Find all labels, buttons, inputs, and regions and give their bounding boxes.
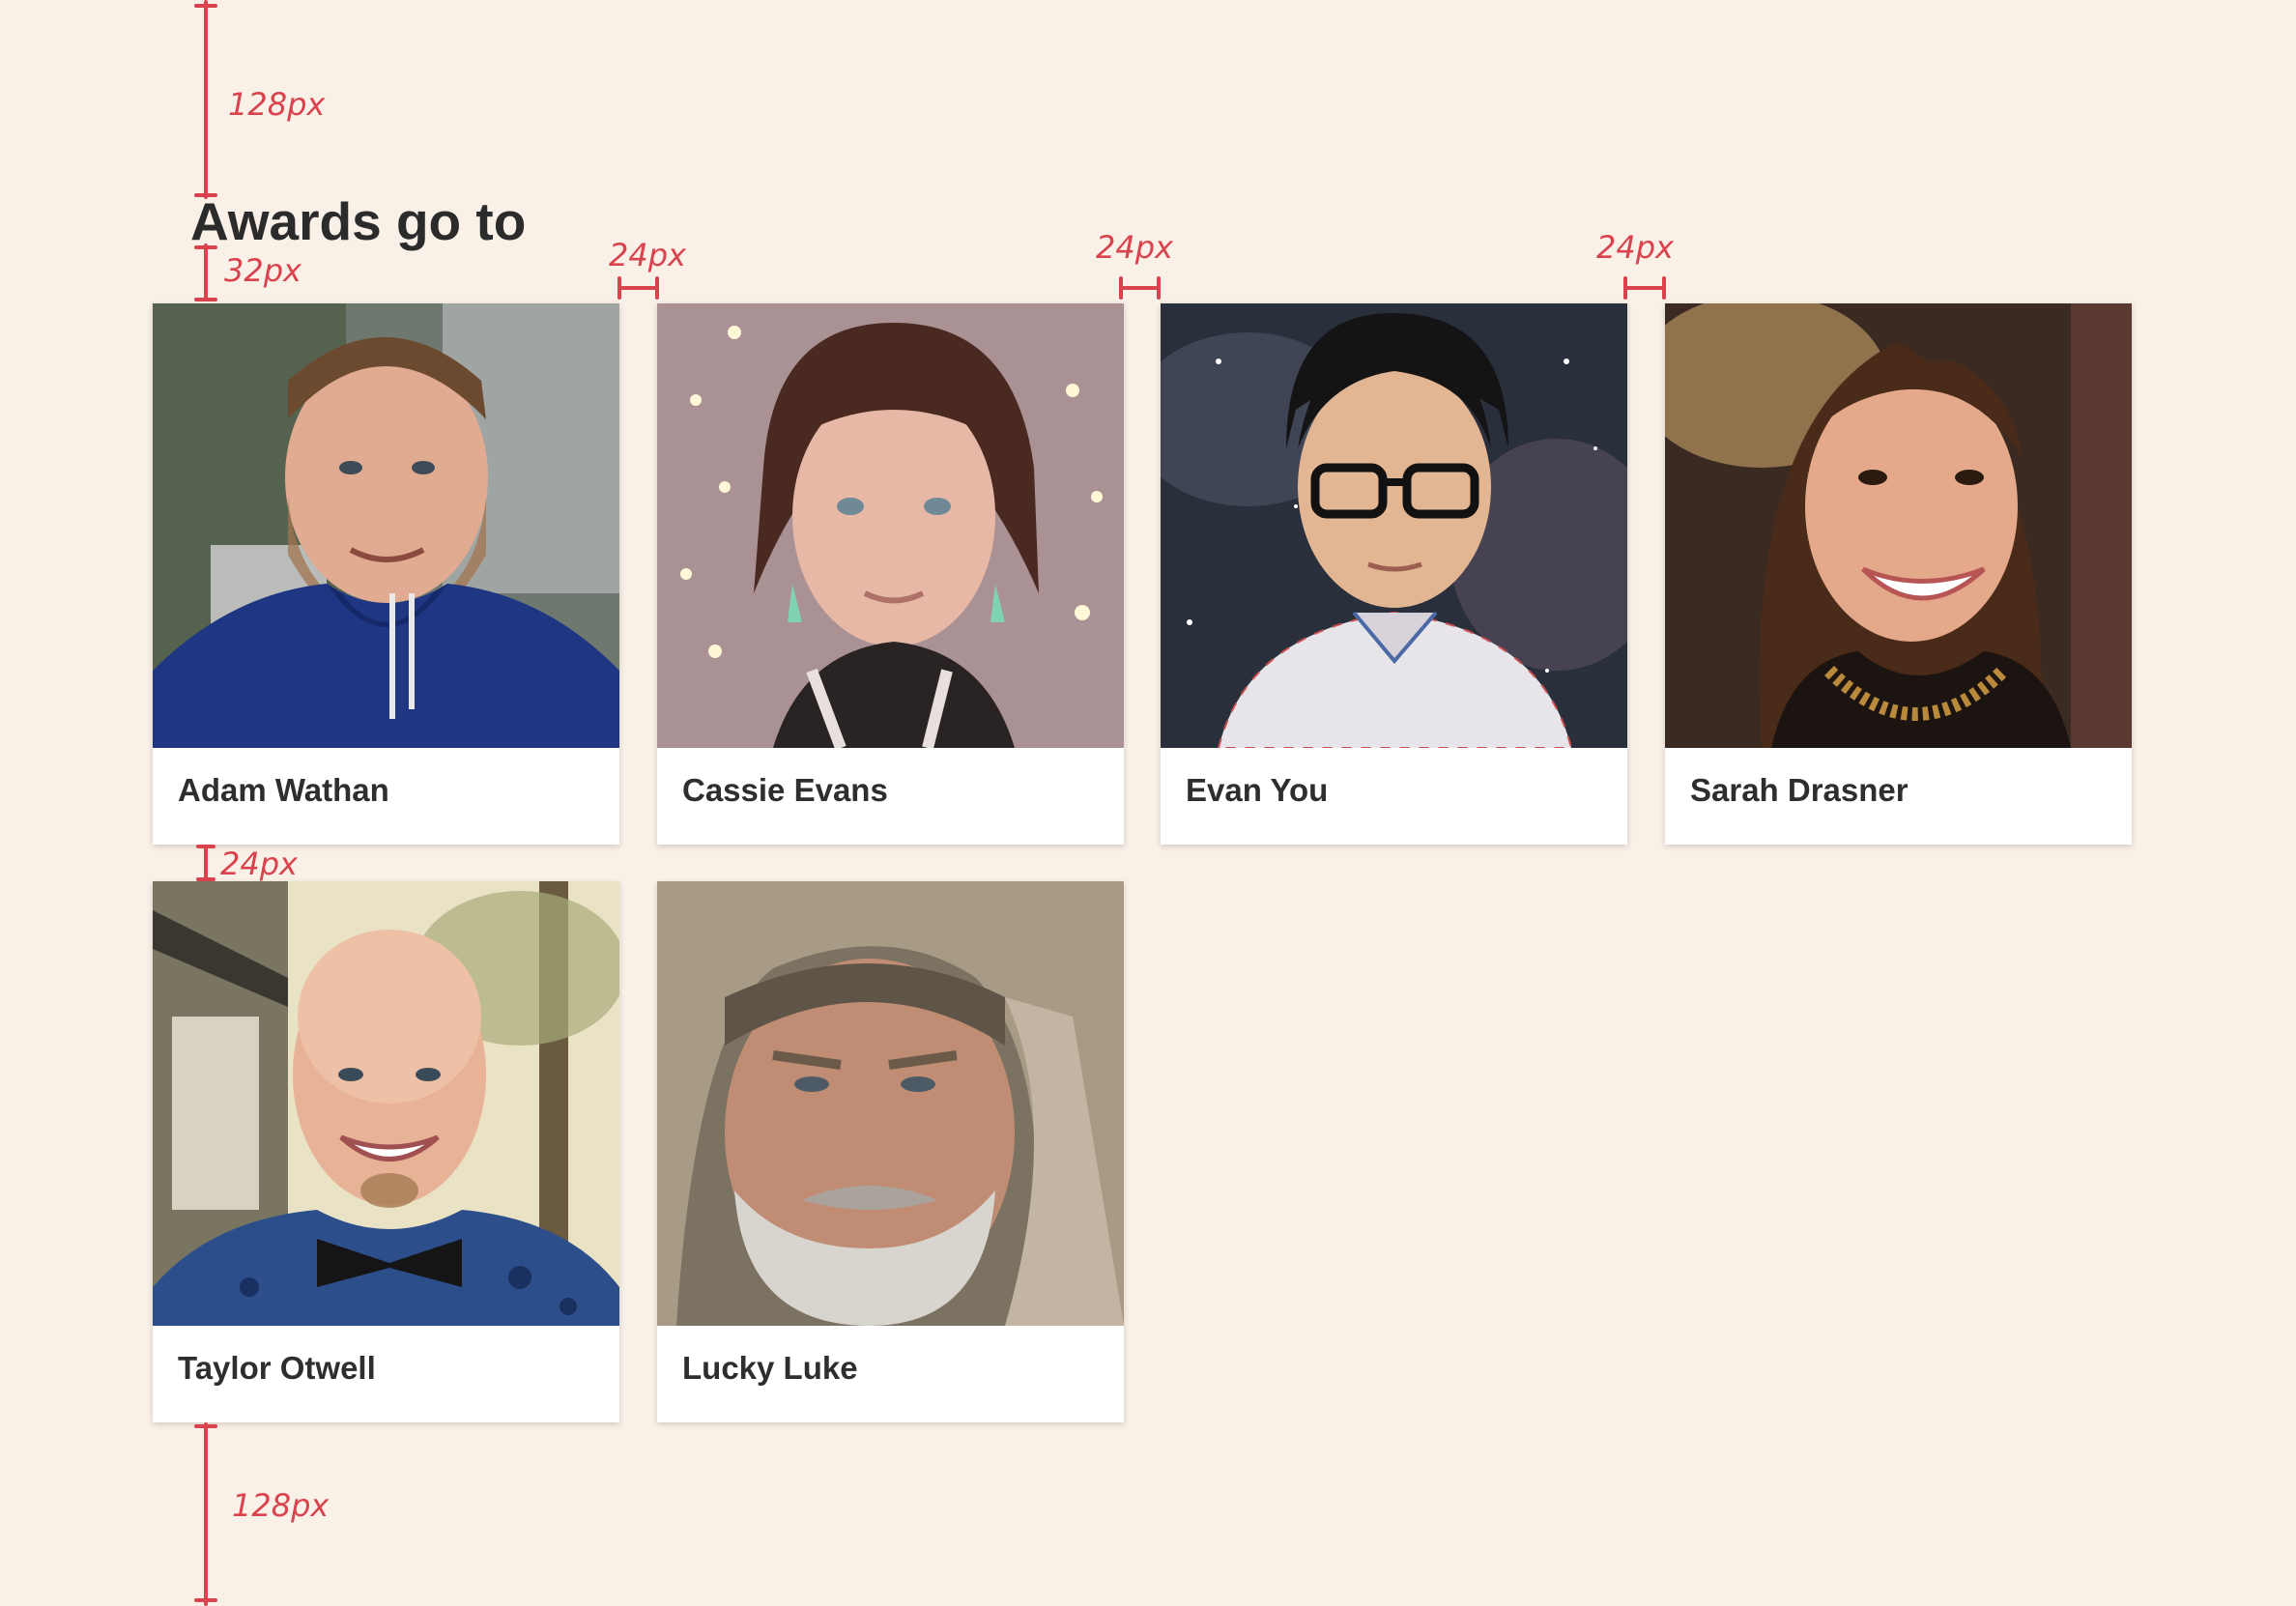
awardee-card-lucky-luke[interactable]: Lucky Luke xyxy=(657,881,1124,1422)
awardee-name: Sarah Drasner xyxy=(1690,772,1909,808)
awardee-name: Taylor Otwell xyxy=(178,1350,376,1386)
awardee-card-adam-wathan[interactable]: Adam Wathan xyxy=(153,303,619,845)
awardee-photo xyxy=(153,881,619,1326)
annotation-bottom-spacing: 128px xyxy=(232,1487,330,1524)
section-title: Awards go to xyxy=(190,191,527,251)
annotation-top-spacing: 128px xyxy=(228,86,326,123)
annotation-column-gap: 24px xyxy=(609,237,686,273)
awardee-photo xyxy=(657,881,1124,1326)
awardee-photo xyxy=(657,303,1124,748)
awardee-name: Cassie Evans xyxy=(682,772,888,808)
awardee-photo xyxy=(1161,303,1627,748)
awardee-card-evan-you[interactable]: Evan You xyxy=(1161,303,1627,845)
awardee-name: Evan You xyxy=(1186,772,1329,808)
awardee-card-taylor-otwell[interactable]: Taylor Otwell xyxy=(153,881,619,1422)
awardee-name: Adam Wathan xyxy=(178,772,389,808)
awardee-card-sarah-drasner[interactable]: Sarah Drasner xyxy=(1665,303,2132,845)
awardee-photo xyxy=(1665,303,2132,748)
annotation-column-gap: 24px xyxy=(1096,229,1173,266)
awardee-photo xyxy=(153,303,619,748)
annotation-title-gap: 32px xyxy=(224,252,301,289)
annotation-column-gap: 24px xyxy=(1596,229,1674,266)
awardee-name: Lucky Luke xyxy=(682,1350,858,1386)
awardee-card-cassie-evans[interactable]: Cassie Evans xyxy=(657,303,1124,845)
annotation-row-gap: 24px xyxy=(220,846,298,882)
